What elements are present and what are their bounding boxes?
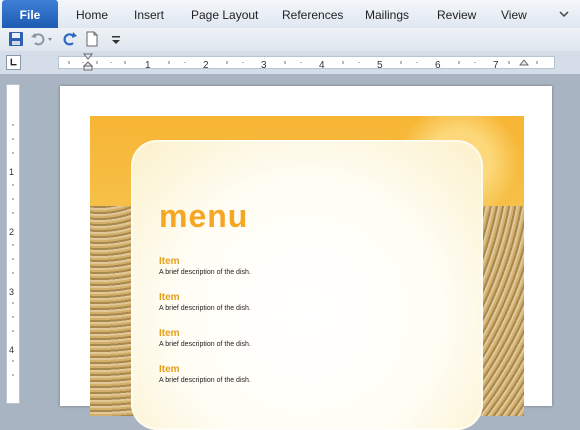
menu-item[interactable]: Item A brief description of the dish. (159, 364, 251, 384)
tab-page-layout[interactable]: Page Layout (191, 0, 258, 28)
menu-item-name: Item (159, 256, 180, 267)
horizontal-ruler: 1 2 3 4 5 6 7 (0, 51, 580, 74)
expand-ribbon-icon[interactable] (558, 8, 570, 20)
document-page[interactable]: menu Item A brief description of the dis… (60, 86, 552, 430)
left-indent-marker[interactable] (83, 53, 93, 71)
menu-item-description: A brief description of the dish. (159, 305, 251, 312)
menu-item[interactable]: Item A brief description of the dish. (159, 256, 251, 276)
right-indent-marker[interactable] (519, 59, 529, 69)
tab-file[interactable]: File (2, 0, 58, 28)
quick-access-toolbar (0, 28, 580, 52)
ruler-strip[interactable]: 1 2 3 4 5 6 7 (58, 53, 555, 71)
ruler-number: 2 (203, 60, 209, 71)
new-document-icon[interactable] (84, 31, 100, 47)
menu-title[interactable]: menu (159, 198, 248, 235)
ruler-number: 5 (377, 60, 383, 71)
menu-template-background: menu Item A brief description of the dis… (90, 116, 524, 430)
vertical-ruler-ticks (12, 124, 14, 376)
tab-view[interactable]: View (501, 0, 527, 28)
ruler-number: 2 (9, 227, 15, 237)
tab-selector[interactable] (6, 55, 21, 70)
undo-icon[interactable] (30, 31, 46, 47)
menu-item[interactable]: Item A brief description of the dish. (159, 292, 251, 312)
tab-references[interactable]: References (282, 0, 343, 28)
redo-icon[interactable] (62, 31, 78, 47)
tab-home[interactable]: Home (76, 0, 108, 28)
undo-dropdown-icon[interactable] (47, 32, 53, 46)
ruler-number: 4 (9, 345, 15, 355)
menu-card: menu Item A brief description of the dis… (131, 140, 483, 430)
menu-item-description: A brief description of the dish. (159, 341, 251, 348)
menu-item-name: Item (159, 328, 180, 339)
menu-item-description: A brief description of the dish. (159, 269, 251, 276)
tab-mailings[interactable]: Mailings (365, 0, 409, 28)
menu-item-description: A brief description of the dish. (159, 377, 251, 384)
menu-item-name: Item (159, 364, 180, 375)
vertical-ruler[interactable]: 1 2 3 4 (6, 84, 20, 404)
ruler-number: 3 (9, 287, 15, 297)
tab-insert[interactable]: Insert (134, 0, 164, 28)
ruler-number: 1 (145, 60, 151, 71)
left-tab-icon (10, 58, 17, 66)
menu-item-name: Item (159, 292, 180, 303)
tab-review[interactable]: Review (437, 0, 476, 28)
ruler-number: 4 (319, 60, 325, 71)
customize-toolbar-icon[interactable] (108, 31, 124, 47)
ruler-number: 3 (261, 60, 267, 71)
ruler-ticks (68, 61, 538, 64)
ruler-number: 1 (9, 167, 15, 177)
ruler-number: 6 (435, 60, 441, 71)
menu-item[interactable]: Item A brief description of the dish. (159, 328, 251, 348)
ruler-number: 7 (493, 60, 499, 71)
ribbon-tab-bar: File Home Insert Page Layout References … (0, 0, 580, 29)
save-icon[interactable] (8, 31, 24, 47)
